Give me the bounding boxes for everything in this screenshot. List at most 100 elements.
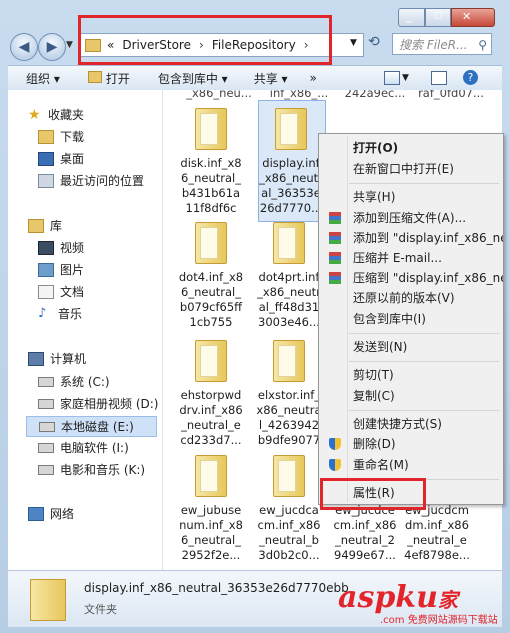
list-item[interactable]: raf_0fd07...: [418, 90, 484, 101]
network-icon: [28, 506, 44, 521]
folder-dot4prt[interactable]: dot4prt.inf _x86_neutr al_ff48d31 3003e46..…: [256, 222, 322, 330]
folder-icon: [195, 455, 227, 497]
folder-display[interactable]: display.inf _x86_neutr al_36353e 26d7770...: [258, 108, 324, 216]
nav-favorites[interactable]: ★ 收藏夹: [28, 106, 84, 123]
menu-item-delete[interactable]: 删除(D): [319, 434, 503, 454]
preview-pane-icon[interactable]: [430, 70, 447, 85]
selected-folder-icon: [30, 579, 66, 621]
close-button[interactable]: [451, 8, 495, 27]
view-dropdown-icon[interactable]: ▼: [402, 73, 409, 83]
menu-item-cut[interactable]: 剪切(T): [319, 365, 503, 385]
nav-drive-k[interactable]: 电影和音乐 (K:): [38, 461, 145, 478]
forward-arrow-icon: ▶: [46, 39, 58, 55]
folder-icon: [195, 340, 227, 382]
nav-drive-i[interactable]: 电脑软件 (I:): [38, 439, 129, 456]
organize-button[interactable]: 组织 ▾: [26, 70, 60, 87]
back-button[interactable]: ◀: [10, 33, 38, 61]
explorer-window: _ □ ✕ ◀ ▶ ▼ « DriverStore › FileReposito…: [0, 0, 510, 633]
drive-icon: [38, 398, 54, 409]
nav-network[interactable]: 网络: [28, 505, 74, 522]
menu-item-send-to[interactable]: 发送到(N): [319, 337, 503, 357]
folder-elxstor[interactable]: elxstor.inf_ x86_neutra l_4263942 b9dfe9077: [256, 340, 322, 448]
menu-item-add-archive[interactable]: 添加到压缩文件(A)...: [319, 208, 503, 228]
nav-documents[interactable]: 文档: [38, 283, 84, 300]
watermark-caption: .com 免费网站源码下载站: [380, 615, 498, 626]
list-item[interactable]: 242a9ec...: [342, 90, 408, 101]
nav-pictures[interactable]: 图片: [38, 261, 84, 278]
menu-item-compress-email[interactable]: 压缩并 E-mail...: [319, 248, 503, 268]
include-library-button[interactable]: 包含到库中 ▾: [158, 70, 228, 87]
winrar-icon: [329, 232, 341, 244]
selected-item-name: display.inf_x86_neutral_36353e26d7770ebb: [84, 581, 349, 595]
list-item[interactable]: _x86_neu...: [186, 90, 252, 101]
nav-drive-e[interactable]: 本地磁盘 (E:): [26, 416, 157, 437]
menu-item-restore-versions[interactable]: 还原以前的版本(V): [319, 288, 503, 308]
nav-videos[interactable]: 视频: [38, 239, 84, 256]
folder-icon: [195, 222, 227, 264]
drive-icon: [39, 421, 55, 432]
window-controls: [398, 8, 495, 27]
menu-separator: [349, 361, 499, 362]
refresh-icon[interactable]: ⟲: [368, 34, 380, 50]
menu-item-share[interactable]: 共享(H): [319, 187, 503, 207]
nav-recent[interactable]: 最近访问的位置: [38, 172, 144, 189]
command-bar: 组织 ▾ 打开 包含到库中 ▾ 共享 ▾ » ▼ ?: [8, 65, 502, 91]
more-commands-button[interactable]: »: [310, 71, 317, 85]
folder-ew-jucdcacm[interactable]: ew_jucdca cm.inf_x86 _neutral_b 3d0b2c0...: [256, 455, 322, 563]
folder-icon: [275, 108, 307, 150]
maximize-icon: □: [434, 11, 443, 21]
history-dropdown-icon[interactable]: ▼: [66, 40, 73, 50]
star-icon: ★: [28, 106, 41, 123]
nav-music[interactable]: ♪ 音乐: [38, 305, 82, 322]
address-highlight-box: [78, 15, 332, 65]
folder-ehstorpwddrv[interactable]: ehstorpwd drv.inf_x86 _neutral_e cd233d7...: [178, 340, 244, 448]
help-icon[interactable]: ?: [462, 70, 478, 85]
shield-icon: [329, 438, 341, 450]
navigation-pane: ★ 收藏夹 下载 桌面 最近访问的位置 库 视频 图片 文档 ♪ 音乐 计算机 系统…: [8, 90, 163, 570]
open-button[interactable]: 打开: [87, 70, 130, 87]
documents-icon: [38, 284, 54, 299]
nav-desktop[interactable]: 桌面: [38, 150, 84, 167]
nav-drive-c[interactable]: 系统 (C:): [38, 373, 110, 390]
close-icon: ✕: [462, 10, 472, 23]
menu-item-open-new-window[interactable]: 在新窗口中打开(E): [319, 159, 503, 179]
share-button[interactable]: 共享 ▾: [254, 70, 288, 87]
search-input[interactable]: 搜索 FileR... ⚲: [392, 33, 492, 55]
menu-item-compress-named-email[interactable]: 压缩到 "display.inf_x86_neutral_36353e26d77…: [319, 268, 503, 288]
view-options-icon[interactable]: [384, 70, 400, 85]
address-dropdown-icon[interactable]: ▼: [350, 38, 357, 48]
nav-downloads[interactable]: 下载: [38, 128, 84, 145]
music-icon: ♪: [38, 305, 47, 321]
winrar-icon: [329, 252, 341, 264]
menu-separator: [349, 333, 499, 334]
drive-icon: [38, 464, 54, 475]
folder-dot4[interactable]: dot4.inf_x8 6_neutral_ b079cf65ff 1cb755: [178, 222, 244, 330]
nav-drive-d[interactable]: 家庭相册视频 (D:): [38, 395, 158, 412]
folder-disk[interactable]: disk.inf_x8 6_neutral_ b431b61a 11f8df6c: [178, 108, 244, 216]
nav-computer[interactable]: 计算机: [28, 350, 86, 367]
winrar-icon: [329, 272, 341, 284]
menu-item-copy[interactable]: 复制(C): [319, 386, 503, 406]
back-arrow-icon: ◀: [18, 39, 30, 55]
drive-icon: [38, 442, 54, 453]
folder-ew-jubusenum[interactable]: ew_jubuse num.inf_x8 6_neutral_ 2952f2e...: [178, 455, 244, 563]
downloads-folder-icon: [38, 129, 54, 144]
search-placeholder: 搜索 FileR...: [399, 38, 468, 52]
forward-button[interactable]: ▶: [38, 33, 66, 61]
nav-libraries[interactable]: 库: [28, 217, 62, 234]
menu-item-include-library[interactable]: 包含到库中(I): [319, 309, 503, 329]
recent-places-icon: [38, 173, 54, 188]
menu-item-create-shortcut[interactable]: 创建快捷方式(S): [319, 414, 503, 434]
open-icon: [87, 70, 102, 83]
menu-item-add-named-archive[interactable]: 添加到 "display.inf_x86_neutral_36353e26d77…: [319, 228, 503, 248]
desktop-icon: [38, 151, 54, 166]
folder-icon: [273, 340, 305, 382]
selected-item-type: 文件夹: [84, 603, 117, 616]
menu-item-open[interactable]: 打开(O): [319, 138, 503, 158]
folder-icon: [273, 455, 305, 497]
context-menu: 打开(O) 在新窗口中打开(E) 共享(H) 添加到压缩文件(A)... 添加到…: [318, 133, 504, 505]
libraries-icon: [28, 218, 44, 233]
pictures-icon: [38, 262, 54, 277]
menu-item-rename[interactable]: 重命名(M): [319, 455, 503, 475]
search-icon[interactable]: ⚲: [478, 34, 487, 56]
